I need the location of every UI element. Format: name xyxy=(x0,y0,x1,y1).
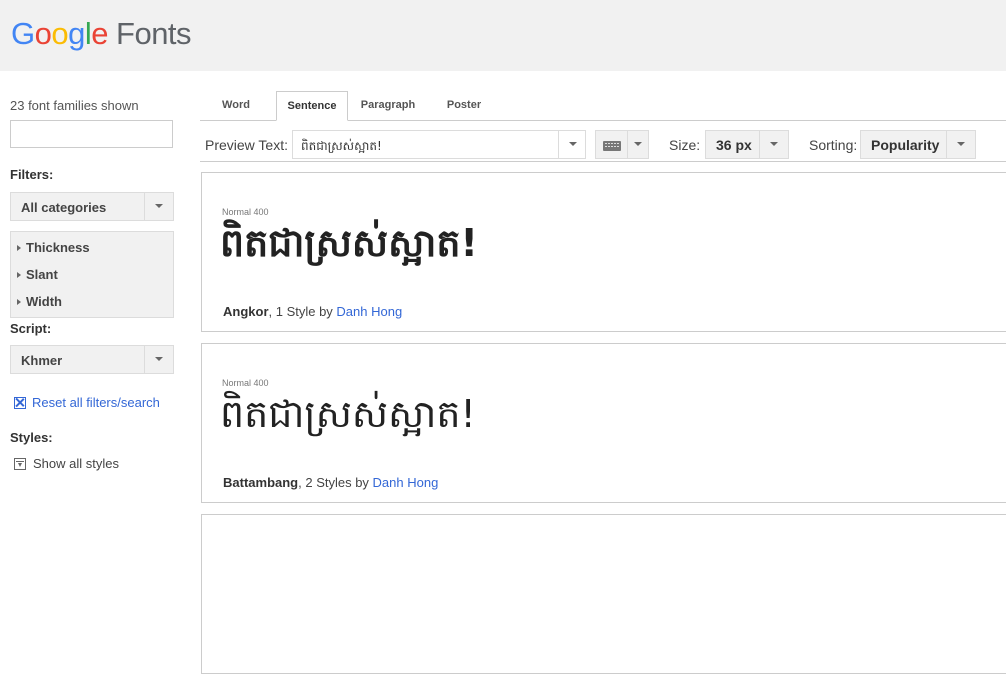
show-all-styles-toggle[interactable]: Show all styles xyxy=(14,456,119,471)
sorting-dropdown-arrow[interactable] xyxy=(946,131,975,158)
styles-text: , 1 Style by xyxy=(268,304,337,319)
style-label: Normal 400 xyxy=(222,207,269,217)
close-box-icon xyxy=(14,397,26,409)
logo-letter: g xyxy=(68,16,85,51)
preview-mode-tabs: Word Sentence Paragraph Poster xyxy=(200,91,1006,121)
font-meta: Angkor, 1 Style by Danh Hong xyxy=(223,304,402,319)
font-name[interactable]: Battambang xyxy=(223,475,298,490)
tab-paragraph[interactable]: Paragraph xyxy=(350,91,426,119)
font-card-next[interactable] xyxy=(201,514,1006,674)
keyboard-dropdown-arrow[interactable] xyxy=(627,131,648,158)
chevron-down-icon xyxy=(770,142,778,146)
sorting-select[interactable]: Popularity xyxy=(860,130,976,159)
category-select[interactable]: All categories xyxy=(10,192,174,221)
filter-slant[interactable]: Slant xyxy=(17,267,58,282)
filter-label: Thickness xyxy=(26,240,90,255)
filter-thickness[interactable]: Thickness xyxy=(17,240,90,255)
preview-toolbar: Preview Text: ពិតជាស្រស់ស្អាត! Size: 36 … xyxy=(200,121,1006,162)
chevron-down-icon xyxy=(155,204,163,208)
tab-poster[interactable]: Poster xyxy=(430,91,498,119)
font-preview-text[interactable]: ពិតជាស្រស់ស្អាត! xyxy=(220,219,478,275)
app-header: Google Fonts xyxy=(0,0,1006,71)
size-label: Size: xyxy=(669,137,701,153)
logo-letter: o xyxy=(34,16,52,51)
size-select-value: 36 px xyxy=(716,137,752,153)
chevron-down-icon xyxy=(957,142,965,146)
reset-filters-link[interactable]: Reset all filters/search xyxy=(14,395,160,410)
author-link[interactable]: Danh Hong xyxy=(373,475,439,490)
category-dropdown-arrow[interactable] xyxy=(144,193,173,220)
chevron-down-icon xyxy=(569,142,577,146)
script-select-label: Khmer xyxy=(21,353,63,368)
search-input[interactable] xyxy=(10,120,173,148)
filter-label: Slant xyxy=(26,267,58,282)
expand-box-icon xyxy=(14,458,26,470)
filters-title: Filters: xyxy=(10,167,54,182)
script-title: Script: xyxy=(10,321,52,336)
script-select[interactable]: Khmer xyxy=(10,345,174,374)
style-label: Normal 400 xyxy=(222,378,269,388)
script-dropdown-arrow[interactable] xyxy=(144,346,173,373)
chevron-down-icon xyxy=(634,142,642,146)
font-preview-text[interactable]: ពិតជាស្រស់ស្អាត! xyxy=(220,390,476,446)
preview-text-input[interactable]: ពិតជាស្រស់ស្អាត! xyxy=(292,130,586,159)
show-styles-label: Show all styles xyxy=(33,456,119,471)
preview-text-label: Preview Text: xyxy=(205,137,288,153)
reset-link-label: Reset all filters/search xyxy=(32,395,160,410)
preview-text-dropdown-arrow[interactable] xyxy=(558,131,585,158)
font-meta: Battambang, 2 Styles by Danh Hong xyxy=(223,475,438,490)
tab-word[interactable]: Word xyxy=(200,91,272,119)
filter-width[interactable]: Width xyxy=(17,294,62,309)
category-select-label: All categories xyxy=(21,200,107,215)
google-fonts-logo[interactable]: Google Fonts xyxy=(11,14,192,54)
font-card-angkor[interactable]: Normal 400 ពិតជាស្រស់ស្អាត! Angkor, 1 St… xyxy=(201,172,1006,332)
author-link[interactable]: Danh Hong xyxy=(336,304,402,319)
tab-sentence[interactable]: Sentence xyxy=(276,91,348,121)
filter-group: Thickness Slant Width xyxy=(10,231,174,318)
chevron-down-icon xyxy=(155,357,163,361)
font-count-text: 23 font families shown xyxy=(10,98,139,113)
caret-right-icon xyxy=(17,245,21,251)
font-name[interactable]: Angkor xyxy=(223,304,269,319)
font-card-battambang[interactable]: Normal 400 ពិតជាស្រស់ស្អាត! Battambang, … xyxy=(201,343,1006,503)
caret-right-icon xyxy=(17,272,21,278)
sorting-label: Sorting: xyxy=(809,137,858,153)
styles-text: , 2 Styles by xyxy=(298,475,373,490)
logo-letter: o xyxy=(51,16,69,51)
size-select[interactable]: 36 px xyxy=(705,130,789,159)
size-dropdown-arrow[interactable] xyxy=(759,131,788,158)
styles-title: Styles: xyxy=(10,430,53,445)
sidebar: 23 font families shown Filters: All cate… xyxy=(0,71,190,541)
sorting-select-value: Popularity xyxy=(871,137,940,153)
logo-letter: G xyxy=(11,16,35,51)
keyboard-button[interactable] xyxy=(595,130,649,159)
keyboard-icon xyxy=(603,141,621,151)
caret-right-icon xyxy=(17,299,21,305)
logo-suffix: Fonts xyxy=(116,16,192,51)
filter-label: Width xyxy=(26,294,62,309)
preview-text-value: ពិតជាស្រស់ស្អាត! xyxy=(301,139,382,153)
logo-letter: e xyxy=(91,16,109,51)
